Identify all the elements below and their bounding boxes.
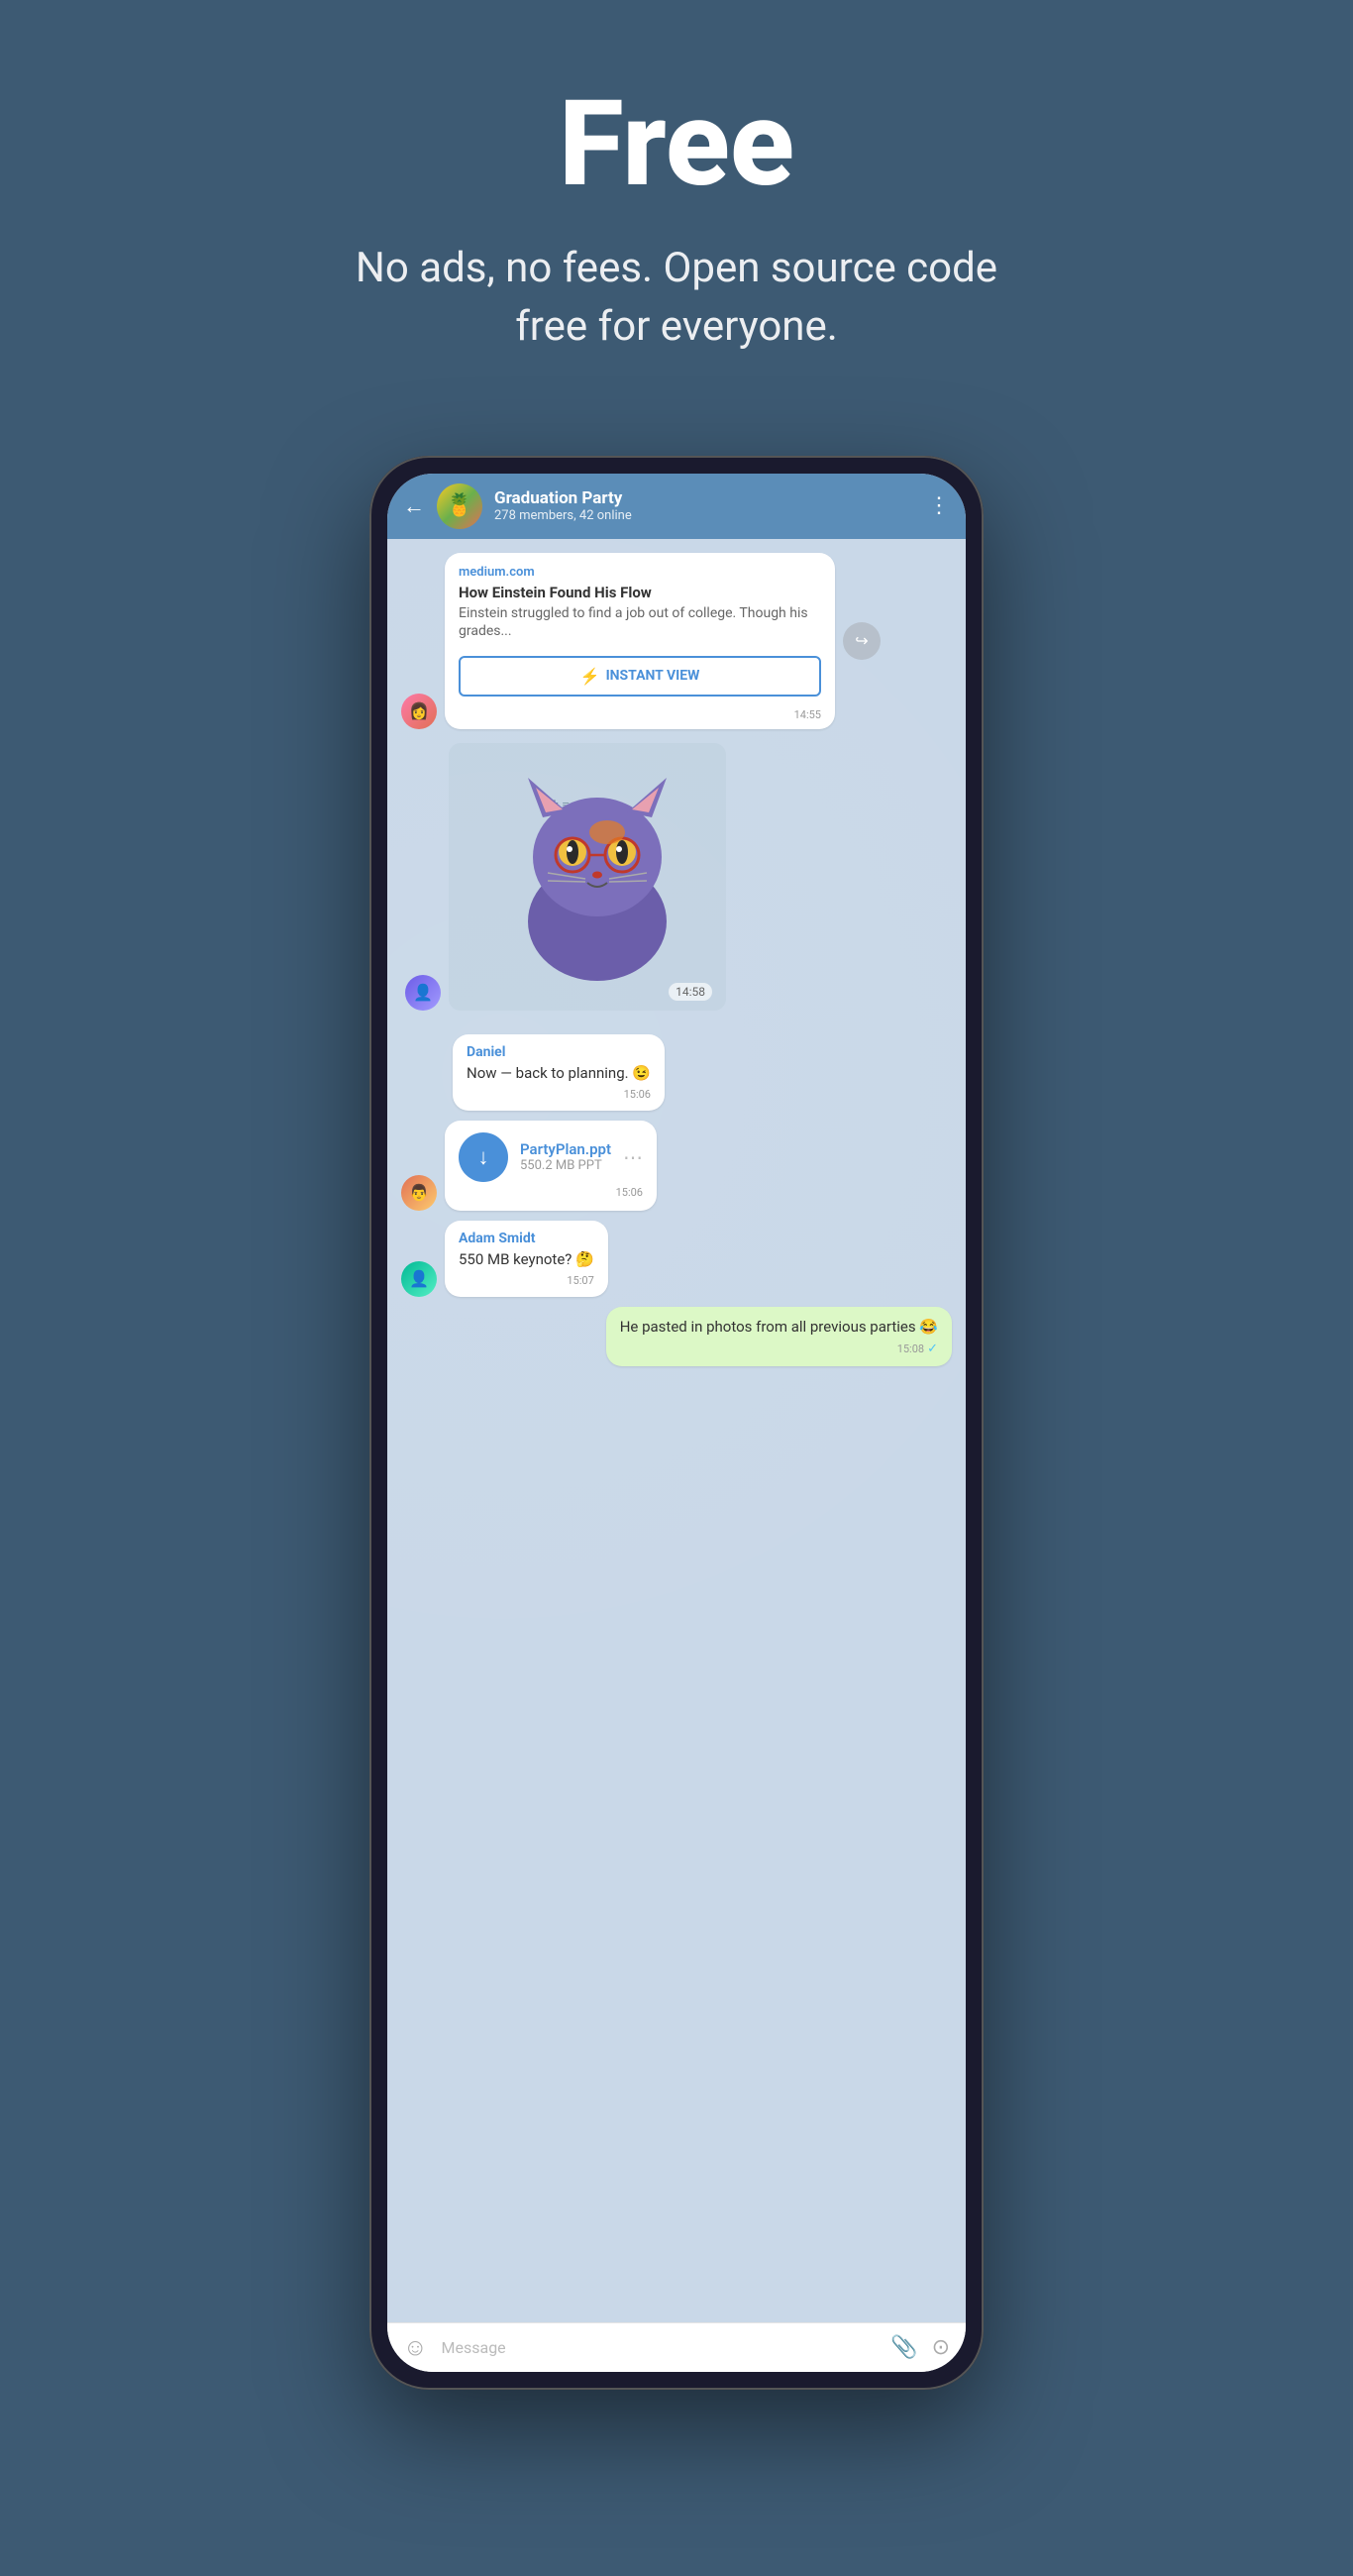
file-size: 550.2 MB PPT — [520, 1158, 611, 1173]
read-check: ✓ — [927, 1342, 938, 1356]
message-row: 👨 ↓ PartyPlan.ppt 550.2 MB PPT ⋯ 15:06 — [401, 1121, 952, 1211]
sticker-row: 👤 k = πr²A = ...V = l²P = 2πrA = πr² s =… — [405, 743, 952, 1011]
input-bar: ☺ Message 📎 ⊙ — [387, 2322, 966, 2372]
avatar: 👤 — [405, 975, 441, 1011]
bubble-text: He pasted in photos from all previous pa… — [620, 1317, 938, 1338]
cat-sticker — [488, 763, 706, 991]
chat-name: Graduation Party — [494, 488, 916, 508]
file-name: PartyPlan.ppt — [520, 1140, 611, 1158]
sticker-time: 14:58 — [669, 983, 712, 1001]
group-avatar: 🍍 — [437, 483, 482, 529]
sticker-container: k = πr²A = ...V = l²P = 2πrA = πr² s = √… — [449, 743, 726, 1011]
sender-name: Daniel — [467, 1044, 651, 1060]
sender-name: Adam Smidt — [459, 1231, 594, 1246]
article-title: How Einstein Found His Flow — [459, 584, 821, 601]
lightning-icon: ⚡ — [580, 667, 600, 686]
avatar: 👤 — [401, 1261, 437, 1297]
article-bubble-container: medium.com How Einstein Found His Flow E… — [445, 553, 881, 729]
message-placeholder: Message — [442, 2338, 506, 2357]
time-text: 15:06 — [616, 1186, 643, 1199]
instant-view-label: INSTANT VIEW — [606, 668, 700, 684]
camera-button[interactable]: ⊙ — [932, 2335, 950, 2360]
more-options-button[interactable]: ⋮ — [928, 493, 950, 518]
time-text: 15:08 — [897, 1342, 924, 1355]
back-button[interactable]: ← — [403, 493, 425, 519]
bubble-text: 550 MB keynote? 🤔 — [459, 1249, 594, 1270]
phone-inner: ← 🍍 Graduation Party 278 members, 42 onl… — [387, 474, 966, 2372]
message-row: Daniel Now — back to planning. 😉 15:06 — [401, 1034, 952, 1111]
file-time: 15:06 — [459, 1186, 643, 1199]
bubble-time: 15:08 ✓ — [620, 1342, 938, 1356]
hero-section: Free No ads, no fees. Open source code f… — [310, 0, 1043, 416]
phone-mockup: ← 🍍 Graduation Party 278 members, 42 onl… — [369, 456, 984, 2390]
avatar: 👨 — [401, 1175, 437, 1211]
chat-info: Graduation Party 278 members, 42 online — [494, 488, 916, 523]
file-bubble: ↓ PartyPlan.ppt 550.2 MB PPT ⋯ 15:06 — [445, 1121, 657, 1211]
bubble-time: 15:07 — [459, 1274, 594, 1287]
adam-bubble: Adam Smidt 550 MB keynote? 🤔 15:07 — [445, 1221, 608, 1297]
time-text: 15:06 — [624, 1088, 651, 1101]
sticker-message: 👤 k = πr²A = ...V = l²P = 2πrA = πr² s =… — [405, 743, 952, 1011]
bubble-time: 15:06 — [467, 1088, 651, 1101]
file-more-button[interactable]: ⋯ — [623, 1145, 643, 1169]
chat-body: 👩 medium.com How Einstein Found His Flow… — [387, 539, 966, 2322]
forward-button[interactable]: ↪ — [843, 622, 881, 660]
message-row: 👩 medium.com How Einstein Found His Flow… — [401, 553, 952, 729]
file-info: PartyPlan.ppt 550.2 MB PPT — [520, 1140, 611, 1173]
avatar: 👩 — [401, 694, 437, 729]
article-time: 14:55 — [445, 708, 835, 729]
hero-title: Free — [330, 79, 1023, 210]
article-source: medium.com — [459, 565, 821, 580]
time-text: 15:07 — [567, 1274, 593, 1287]
hero-subtitle: No ads, no fees. Open source code free f… — [330, 240, 1023, 357]
cat-svg — [498, 768, 696, 986]
article-snippet: Einstein struggled to find a job out of … — [459, 604, 821, 640]
message-row-outgoing: He pasted in photos from all previous pa… — [401, 1307, 952, 1366]
daniel-bubble: Daniel Now — back to planning. 😉 15:06 — [453, 1034, 665, 1111]
article-content: medium.com How Einstein Found His Flow E… — [445, 553, 835, 648]
article-bubble: medium.com How Einstein Found His Flow E… — [445, 553, 835, 729]
phone-outer: ← 🍍 Graduation Party 278 members, 42 onl… — [369, 456, 984, 2390]
file-row: ↓ PartyPlan.ppt 550.2 MB PPT ⋯ — [459, 1132, 643, 1182]
message-row: 👤 Adam Smidt 550 MB keynote? 🤔 15:07 — [401, 1221, 952, 1297]
message-input[interactable]: Message — [442, 2338, 878, 2357]
chat-members: 278 members, 42 online — [494, 508, 916, 523]
outgoing-bubble: He pasted in photos from all previous pa… — [606, 1307, 952, 1366]
attach-button[interactable]: 📎 — [890, 2335, 917, 2360]
download-button[interactable]: ↓ — [459, 1132, 508, 1182]
chat-header: ← 🍍 Graduation Party 278 members, 42 onl… — [387, 474, 966, 539]
instant-view-button[interactable]: ⚡ INSTANT VIEW — [459, 656, 821, 697]
emoji-button[interactable]: ☺ — [403, 2333, 428, 2362]
bubble-text: Now — back to planning. 😉 — [467, 1063, 651, 1084]
